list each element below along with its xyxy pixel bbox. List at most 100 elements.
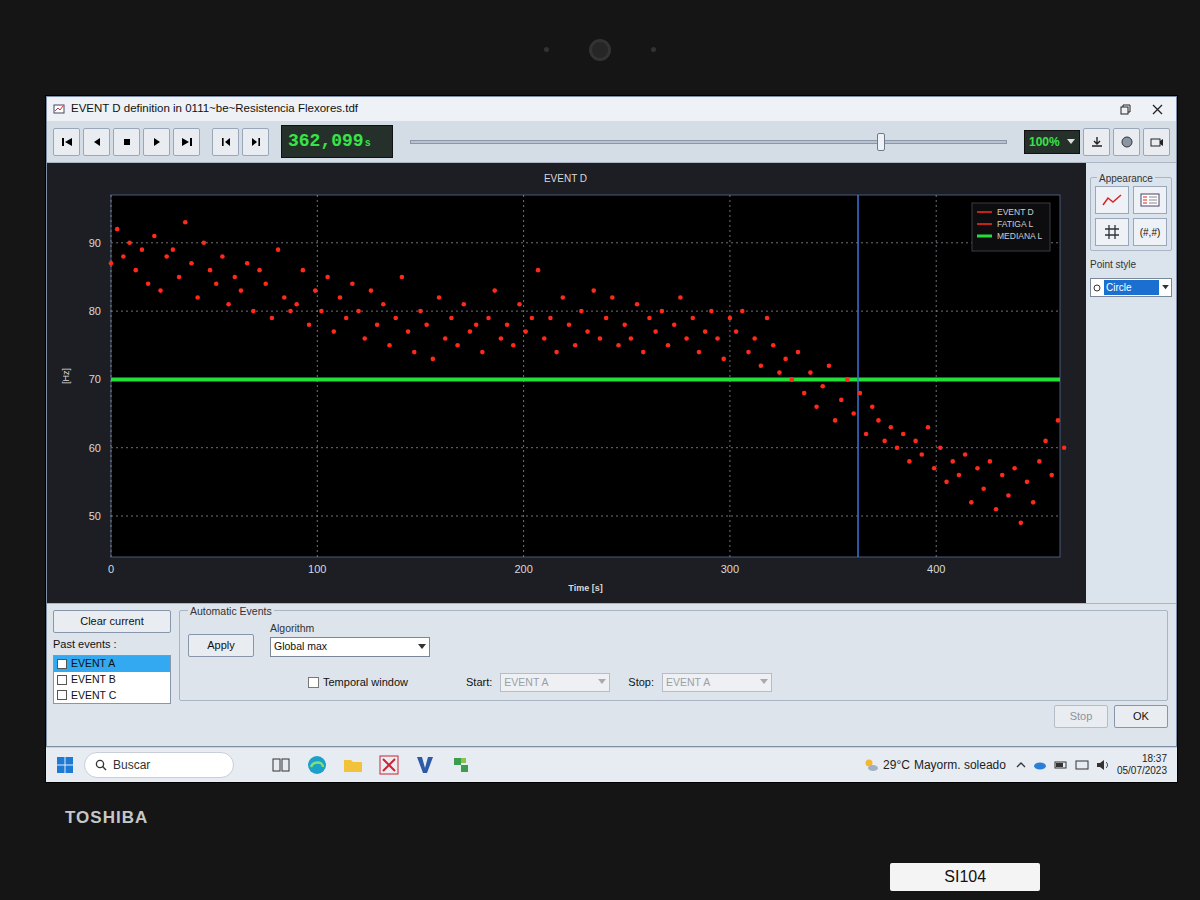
- data-point: [666, 343, 671, 348]
- stop-select[interactable]: EVENT A: [662, 673, 772, 693]
- record-button[interactable]: [1113, 128, 1140, 156]
- event-checkbox[interactable]: [57, 690, 67, 700]
- data-point: [554, 350, 559, 355]
- previous-button[interactable]: [83, 128, 110, 156]
- close-button[interactable]: [1144, 104, 1170, 115]
- line-style-button[interactable]: [1095, 186, 1129, 214]
- cloud-icon[interactable]: [1033, 758, 1047, 772]
- start-select[interactable]: EVENT A: [500, 673, 610, 693]
- coordinates-button[interactable]: (#,#): [1133, 218, 1167, 246]
- step-back-button[interactable]: [212, 128, 239, 156]
- data-point: [412, 350, 417, 355]
- step-forward-button[interactable]: [242, 128, 269, 156]
- data-point: [938, 445, 943, 450]
- puzzle-app-icon[interactable]: [450, 754, 472, 776]
- data-point: [567, 322, 572, 327]
- data-point: [455, 343, 460, 348]
- legend-label: FATIGA L: [997, 219, 1033, 229]
- point-style-select[interactable]: Circle: [1090, 278, 1172, 297]
- data-point: [932, 466, 937, 471]
- event-checkbox[interactable]: [57, 675, 67, 685]
- clear-current-button[interactable]: Clear current: [53, 610, 171, 633]
- event-checkbox[interactable]: [57, 659, 67, 669]
- dropdown-arrow-icon: [1162, 285, 1169, 290]
- data-point: [121, 254, 126, 259]
- data-point: [622, 322, 627, 327]
- camera-icon: [1150, 136, 1164, 148]
- data-point: [220, 254, 225, 259]
- data-point: [598, 336, 603, 341]
- algorithm-select[interactable]: Global max: [270, 637, 430, 657]
- data-point: [734, 329, 739, 334]
- data-point: [796, 350, 801, 355]
- data-point: [332, 329, 337, 334]
- data-point: [301, 268, 306, 273]
- data-point: [288, 309, 293, 314]
- app-icon: [53, 103, 65, 115]
- first-button[interactable]: [53, 128, 80, 156]
- search-box[interactable]: Buscar: [84, 752, 234, 778]
- weather-description: Mayorm. soleado: [914, 756, 1006, 774]
- camera-button[interactable]: [1143, 128, 1170, 156]
- side-panel: Appearance (#,#) Point style Circle: [1086, 163, 1176, 603]
- algorithm-label: Algorithm: [270, 621, 430, 637]
- data-point: [981, 486, 986, 491]
- dialog-button[interactable]: OK: [1114, 705, 1168, 728]
- data-point: [988, 459, 993, 464]
- event-row[interactable]: EVENT C: [54, 688, 170, 704]
- data-point: [715, 336, 720, 341]
- event-label: EVENT A: [71, 656, 115, 672]
- export-button[interactable]: [1083, 128, 1110, 156]
- past-events-list: EVENT AEVENT BEVENT C: [53, 655, 171, 704]
- restore-button[interactable]: [1112, 104, 1138, 115]
- toolbar: 362,099s 100%: [47, 121, 1176, 163]
- data-point: [975, 466, 980, 471]
- timeline-thumb[interactable]: [877, 133, 885, 151]
- edge-browser-icon[interactable]: [306, 754, 328, 776]
- analysis-app-icon[interactable]: [378, 754, 400, 776]
- zoom-value: 100%: [1029, 133, 1060, 151]
- data-point: [548, 316, 553, 321]
- temporal-window-checkbox[interactable]: Temporal window: [308, 674, 438, 691]
- data-point: [208, 268, 213, 273]
- volume-icon[interactable]: [1096, 758, 1110, 772]
- legend-button[interactable]: [1133, 186, 1167, 214]
- stop-play-button[interactable]: [113, 128, 140, 156]
- v-app-icon[interactable]: [414, 754, 436, 776]
- timeline-slider[interactable]: [396, 128, 1021, 156]
- windows-start-icon[interactable]: [56, 756, 74, 774]
- checkbox-box[interactable]: [308, 677, 319, 688]
- file-explorer-icon[interactable]: [342, 754, 364, 776]
- weather-widget[interactable]: 29°CMayorm. soleado: [863, 756, 1006, 774]
- data-point: [356, 309, 361, 314]
- data-point: [1056, 418, 1061, 423]
- data-point: [790, 377, 795, 382]
- event-row[interactable]: EVENT B: [54, 672, 170, 688]
- data-point: [926, 425, 931, 430]
- play-button[interactable]: [143, 128, 170, 156]
- data-point: [864, 432, 869, 437]
- data-point: [610, 295, 615, 300]
- grid-button[interactable]: [1095, 218, 1129, 246]
- stop-label: Stop:: [628, 674, 654, 691]
- chart-canvas[interactable]: EVENT D50607080900100200300400[Hz]Time […: [49, 165, 1082, 599]
- chart[interactable]: EVENT D50607080900100200300400[Hz]Time […: [49, 165, 1082, 599]
- export-icon: [1090, 136, 1104, 148]
- network-icon[interactable]: [1075, 758, 1089, 772]
- dialog-button[interactable]: Stop: [1054, 705, 1108, 728]
- time-cursor[interactable]: [857, 195, 859, 557]
- data-point: [746, 350, 751, 355]
- y-axis-label: [Hz]: [61, 368, 71, 384]
- last-button[interactable]: [173, 128, 200, 156]
- battery-icon[interactable]: [1054, 758, 1068, 772]
- clock[interactable]: 18:3705/07/2023: [1117, 753, 1167, 777]
- zoom-select[interactable]: 100%: [1024, 130, 1080, 154]
- taskbar-apps: [244, 754, 853, 776]
- task-view-icon[interactable]: [270, 754, 292, 776]
- chevron-up-icon[interactable]: [1016, 760, 1026, 770]
- play-back-icon: [91, 136, 103, 148]
- data-point: [1025, 480, 1030, 485]
- data-point: [239, 288, 244, 293]
- apply-button[interactable]: Apply: [188, 634, 254, 657]
- event-row[interactable]: EVENT A: [54, 656, 170, 672]
